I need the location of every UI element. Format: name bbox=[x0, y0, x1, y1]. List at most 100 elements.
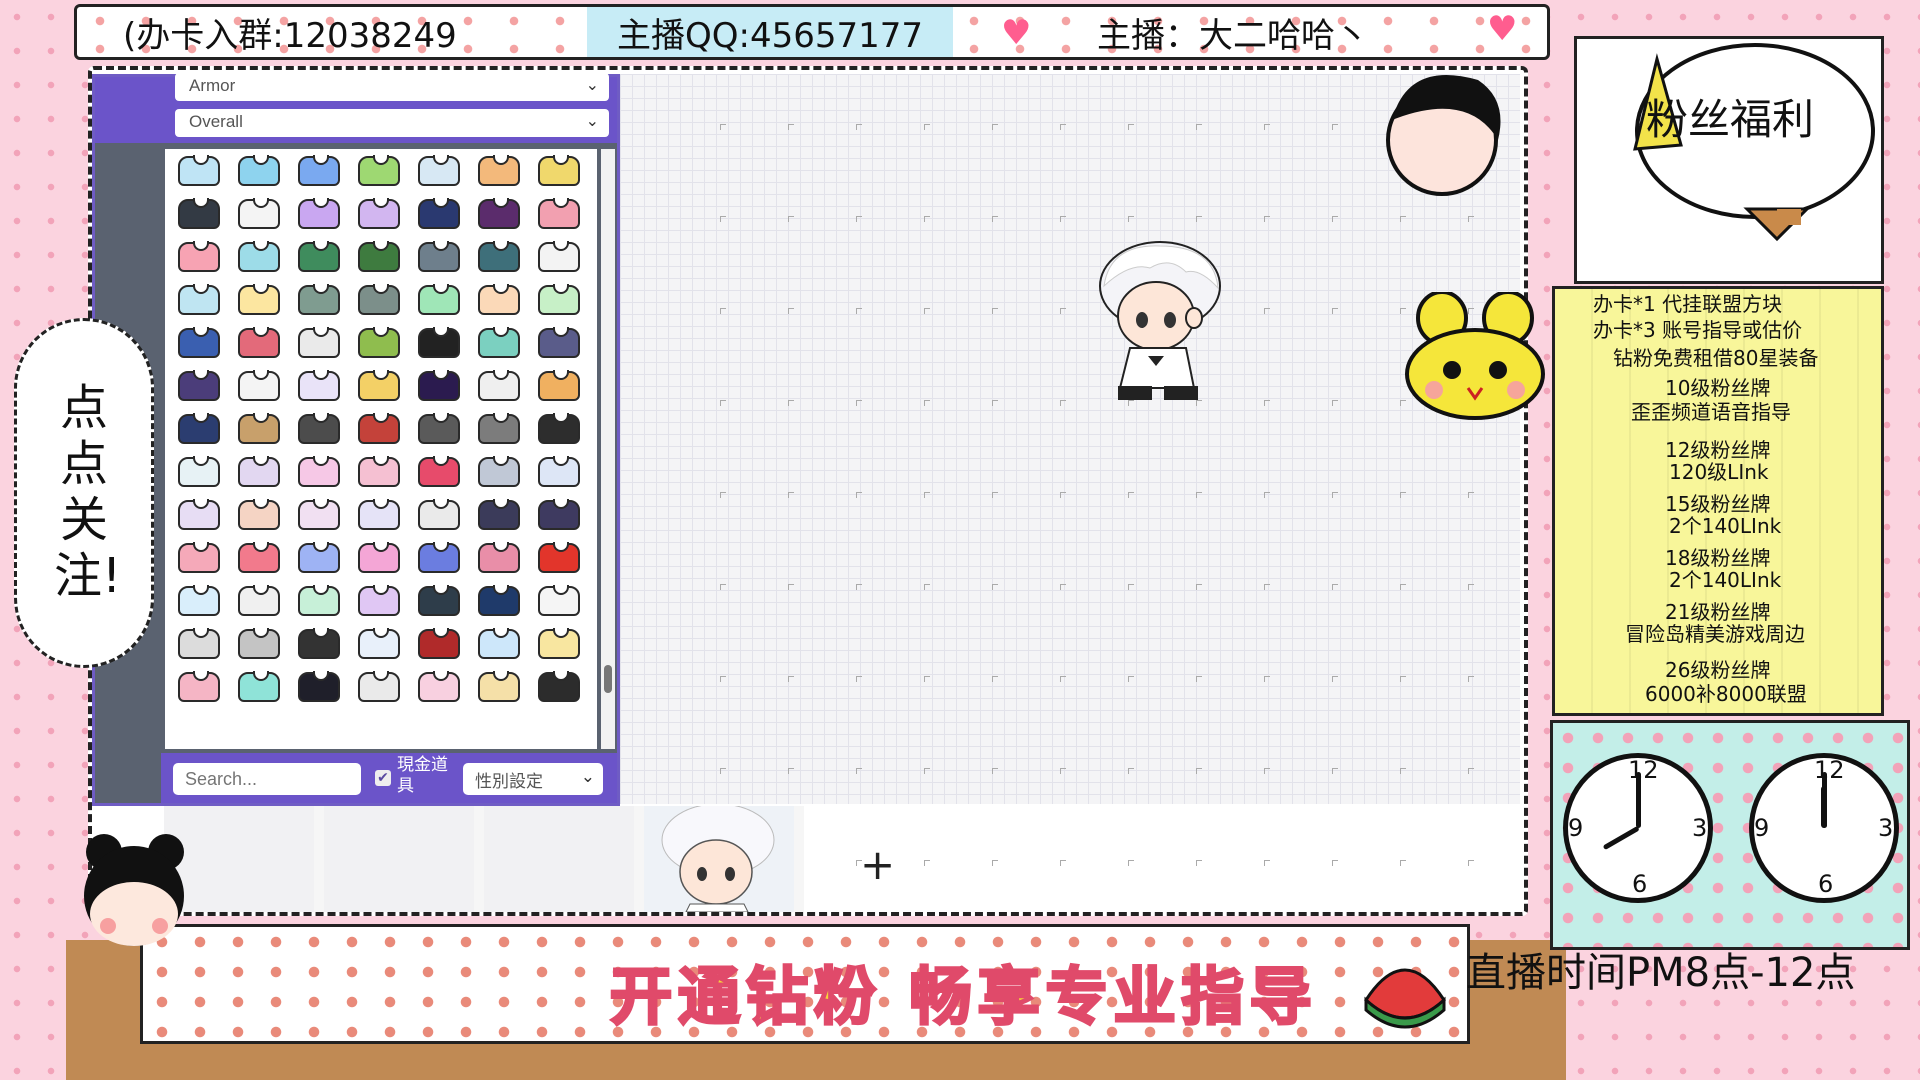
item-slot[interactable] bbox=[289, 407, 349, 450]
item-slot[interactable] bbox=[529, 450, 589, 493]
item-slot[interactable] bbox=[349, 622, 409, 665]
subcategory-select[interactable]: Overall ⌄ bbox=[175, 109, 609, 137]
item-slot[interactable] bbox=[409, 192, 469, 235]
item-slot[interactable] bbox=[409, 149, 469, 192]
item-slot[interactable] bbox=[409, 450, 469, 493]
item-slot[interactable] bbox=[469, 665, 529, 708]
item-slot[interactable] bbox=[409, 622, 469, 665]
item-slot[interactable] bbox=[529, 364, 589, 407]
item-slot[interactable] bbox=[349, 321, 409, 364]
item-slot[interactable] bbox=[289, 536, 349, 579]
character-thumbnail[interactable] bbox=[484, 806, 634, 912]
item-slot[interactable] bbox=[409, 579, 469, 622]
item-slot[interactable] bbox=[529, 278, 589, 321]
character-thumbnail[interactable] bbox=[324, 806, 474, 912]
item-slot[interactable] bbox=[409, 493, 469, 536]
item-slot[interactable] bbox=[289, 493, 349, 536]
item-slot[interactable] bbox=[289, 450, 349, 493]
item-slot[interactable] bbox=[349, 536, 409, 579]
item-slot[interactable] bbox=[529, 321, 589, 364]
item-slot[interactable] bbox=[349, 235, 409, 278]
item-slot[interactable] bbox=[289, 321, 349, 364]
item-slot[interactable] bbox=[529, 149, 589, 192]
item-slot[interactable] bbox=[229, 450, 289, 493]
search-input[interactable] bbox=[173, 763, 361, 795]
item-slot[interactable] bbox=[169, 235, 229, 278]
item-slot[interactable] bbox=[469, 321, 529, 364]
scrollbar-thumb[interactable] bbox=[604, 665, 612, 693]
item-slot[interactable] bbox=[169, 407, 229, 450]
item-slot[interactable] bbox=[469, 622, 529, 665]
item-slot[interactable] bbox=[529, 407, 589, 450]
item-grid-scrollbar[interactable] bbox=[601, 149, 615, 749]
item-slot[interactable] bbox=[229, 536, 289, 579]
item-slot[interactable] bbox=[169, 364, 229, 407]
item-slot[interactable] bbox=[169, 278, 229, 321]
item-slot[interactable] bbox=[229, 407, 289, 450]
item-slot[interactable] bbox=[529, 536, 589, 579]
item-slot[interactable] bbox=[529, 192, 589, 235]
character-thumbnail[interactable] bbox=[644, 806, 794, 912]
item-slot[interactable] bbox=[409, 665, 469, 708]
item-slot[interactable] bbox=[469, 278, 529, 321]
item-slot[interactable] bbox=[169, 192, 229, 235]
item-slot[interactable] bbox=[469, 450, 529, 493]
item-slot[interactable] bbox=[409, 235, 469, 278]
category-select[interactable]: Armor ⌄ bbox=[175, 73, 609, 101]
item-slot[interactable] bbox=[229, 493, 289, 536]
item-slot[interactable] bbox=[349, 493, 409, 536]
item-slot[interactable] bbox=[409, 364, 469, 407]
item-slot[interactable] bbox=[469, 235, 529, 278]
item-slot[interactable] bbox=[409, 321, 469, 364]
item-slot[interactable] bbox=[349, 278, 409, 321]
item-slot[interactable] bbox=[169, 579, 229, 622]
item-slot[interactable] bbox=[229, 149, 289, 192]
item-slot[interactable] bbox=[469, 407, 529, 450]
item-slot[interactable] bbox=[229, 192, 289, 235]
item-slot[interactable] bbox=[289, 364, 349, 407]
item-slot[interactable] bbox=[349, 665, 409, 708]
item-slot[interactable] bbox=[529, 622, 589, 665]
item-slot[interactable] bbox=[469, 493, 529, 536]
character-sprite[interactable] bbox=[1090, 238, 1228, 408]
gender-select[interactable]: 性別設定 ⌄ bbox=[463, 763, 603, 795]
item-slot[interactable] bbox=[289, 149, 349, 192]
item-slot[interactable] bbox=[349, 192, 409, 235]
item-slot[interactable] bbox=[529, 665, 589, 708]
item-slot[interactable] bbox=[229, 278, 289, 321]
item-slot[interactable] bbox=[469, 536, 529, 579]
item-slot[interactable] bbox=[409, 536, 469, 579]
item-slot[interactable] bbox=[529, 579, 589, 622]
item-slot[interactable] bbox=[229, 321, 289, 364]
item-slot[interactable] bbox=[289, 235, 349, 278]
item-slot[interactable] bbox=[529, 493, 589, 536]
item-slot[interactable] bbox=[229, 665, 289, 708]
cash-item-checkbox[interactable]: ✔ bbox=[375, 770, 391, 786]
item-slot[interactable] bbox=[169, 450, 229, 493]
item-slot[interactable] bbox=[409, 407, 469, 450]
item-slot[interactable] bbox=[289, 579, 349, 622]
item-slot[interactable] bbox=[169, 622, 229, 665]
item-slot[interactable] bbox=[349, 579, 409, 622]
item-slot[interactable] bbox=[169, 493, 229, 536]
item-slot[interactable] bbox=[469, 579, 529, 622]
item-slot[interactable] bbox=[229, 364, 289, 407]
item-slot[interactable] bbox=[349, 407, 409, 450]
item-slot[interactable] bbox=[229, 235, 289, 278]
item-slot[interactable] bbox=[409, 278, 469, 321]
item-slot[interactable] bbox=[289, 665, 349, 708]
item-slot[interactable] bbox=[289, 192, 349, 235]
item-slot[interactable] bbox=[529, 235, 589, 278]
item-slot[interactable] bbox=[349, 149, 409, 192]
item-slot[interactable] bbox=[169, 321, 229, 364]
item-slot[interactable] bbox=[469, 192, 529, 235]
item-slot[interactable] bbox=[469, 149, 529, 192]
item-slot[interactable] bbox=[289, 622, 349, 665]
item-slot[interactable] bbox=[349, 364, 409, 407]
item-slot[interactable] bbox=[169, 536, 229, 579]
item-slot[interactable] bbox=[469, 364, 529, 407]
item-slot[interactable] bbox=[289, 278, 349, 321]
item-slot[interactable] bbox=[349, 450, 409, 493]
item-slot[interactable] bbox=[169, 149, 229, 192]
item-slot[interactable] bbox=[229, 579, 289, 622]
